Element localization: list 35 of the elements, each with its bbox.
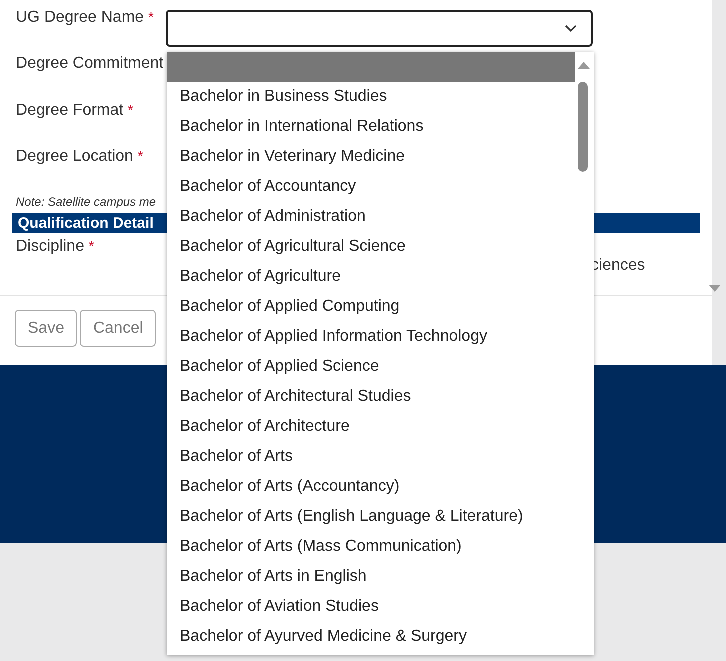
field-label: UG Degree Name [16, 9, 144, 26]
field-label: Degree Commitment [16, 55, 164, 72]
chevron-down-icon [565, 25, 577, 33]
scroll-up-icon[interactable] [578, 62, 590, 69]
dropdown-option[interactable]: Bachelor of Architectural Studies [167, 382, 575, 412]
dropdown-option[interactable]: Bachelor of Applied Computing [167, 292, 575, 322]
dropdown-option[interactable]: Bachelor in International Relations [167, 112, 575, 142]
scroll-down-icon[interactable] [709, 285, 721, 292]
dropdown-option[interactable]: Bachelor of Agriculture [167, 262, 575, 292]
required-mark: * [128, 102, 134, 118]
dropdown-option[interactable]: Bachelor in Business Studies [167, 82, 575, 112]
dropdown-option[interactable]: Bachelor of Architecture [167, 412, 575, 442]
dropdown-option[interactable]: Bachelor of Arts (Mass Communication) [167, 532, 575, 562]
dropdown-option[interactable]: Bachelor of Arts (Accountancy) [167, 472, 575, 502]
dropdown-option[interactable]: Bachelor of Ayurved Medicine & Surgery [167, 622, 575, 652]
dropdown-option[interactable]: Bachelor of Arts (English Language & Literature) [167, 502, 575, 532]
degree-select[interactable] [166, 10, 593, 47]
dropdown-option[interactable]: Bachelor of Accountancy [167, 172, 575, 202]
dropdown-option[interactable]: Bachelor of Arts in English [167, 562, 575, 592]
required-mark: * [88, 238, 94, 254]
dropdown-option[interactable]: Bachelor in Veterinary Medicine [167, 142, 575, 172]
dropdown-option[interactable]: Bachelor of Agricultural Science [167, 232, 575, 262]
required-mark: * [148, 9, 154, 25]
field-label: Degree Location [16, 148, 134, 165]
form-button[interactable]: Save [15, 310, 78, 347]
required-mark: * [138, 148, 144, 164]
field-label: Degree Format [16, 102, 124, 119]
dropdown-option[interactable]: Bachelor of Applied Information Technology [167, 322, 575, 352]
dropdown-option[interactable]: Bachelor of Aviation Studies [167, 592, 575, 622]
scrollbar-thumb[interactable] [578, 82, 588, 172]
form-button[interactable]: Cancel [80, 310, 156, 347]
note-text: Note: Satellite campus me [15, 195, 158, 211]
dropdown-option[interactable]: Bachelor of Applied Science [167, 352, 575, 382]
field-label: Discipline [16, 238, 84, 255]
dropdown-option[interactable]: Bachelor of Arts [167, 442, 575, 472]
